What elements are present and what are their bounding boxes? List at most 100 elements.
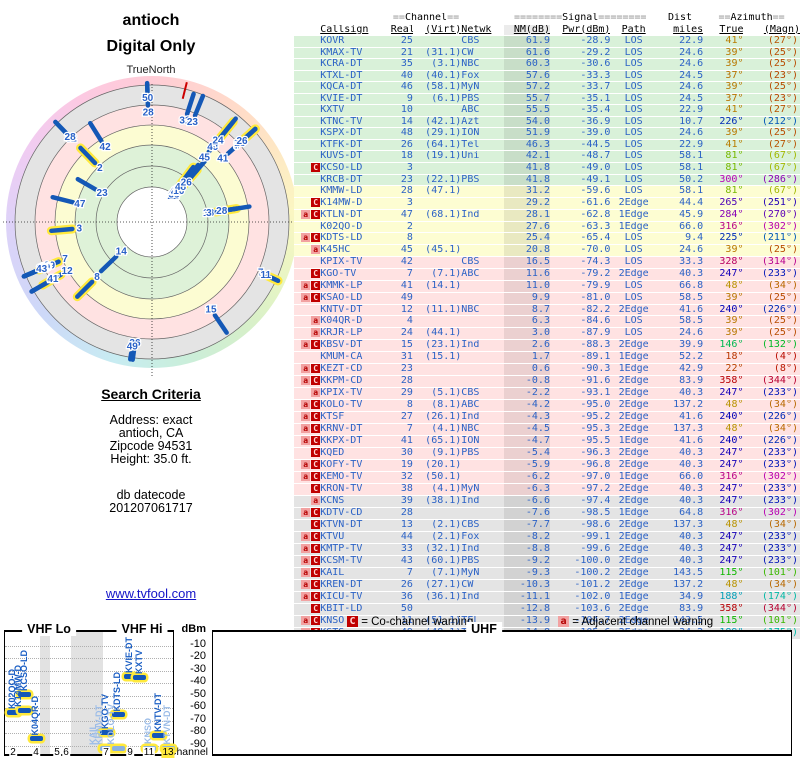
pwr-dbm-cell: -96.3 (549, 447, 611, 460)
table-row: a C KEZT-CD 23 0.6 -90.3 1Edge 42.9 22° (8°) (294, 363, 800, 376)
path-cell: 2Edge (610, 603, 657, 616)
nm-db-cell: -5.9 (503, 459, 550, 472)
real-channel-cell: 41 (390, 435, 413, 448)
channel-tick-label: 13 (161, 747, 175, 758)
azimuth-magn-cell: (270°) (743, 209, 800, 222)
radar-channel-label: 3 (76, 223, 82, 234)
virtual-channel-cell: (29.1) (412, 127, 462, 140)
callsign-cell: KNTV-DT (320, 304, 391, 316)
table-row: a K04QR-D 4 6.3 -84.6 LOS 58.5 39° (25°) (294, 315, 800, 328)
nm-db-cell: -8.8 (503, 543, 550, 556)
callsign-cell: KXTV (320, 104, 391, 117)
tvfool-link[interactable]: www.tvfool.com (106, 586, 196, 601)
nm-db-cell: 55.5 (503, 104, 550, 117)
warning-flags: a (294, 327, 321, 340)
callsign-cell: KQED (320, 447, 391, 460)
virtual-channel-cell: (50.1) (412, 471, 462, 484)
network-cell: Ind (461, 209, 504, 222)
pwr-dbm-cell: -33.7 (549, 81, 611, 94)
table-row: KUVS-DT 18 (19.1) Uni 42.1 -48.7 LOS 58.1 81° (6… (294, 150, 800, 163)
radar-channel-label: 43 (36, 264, 48, 275)
miles-cell: 137.3 (656, 423, 704, 436)
azimuth-true-cell: 240° (703, 435, 744, 448)
miles-cell: 41.6 (656, 304, 704, 316)
path-cell: LOS (610, 47, 657, 59)
table-row: C K14MW-D 3 29.2 -61.6 2Edge 44.4 265° (251°) (294, 197, 800, 210)
vhf-hi-panel-title: VHF Hi (116, 622, 168, 636)
callsign-cell: KKPX-DT (320, 435, 391, 448)
adjacent-channel-warning-icon: a (301, 399, 311, 409)
azimuth-true-cell: 48° (703, 519, 744, 532)
co-channel-warning-icon: C (311, 375, 321, 385)
warning-flags: C (294, 197, 321, 210)
virtual-channel-cell: (4.1) (412, 483, 462, 496)
nm-db-cell: 8.7 (503, 304, 550, 316)
virtual-channel-cell: (64.1) (412, 139, 462, 151)
nm-db-cell: -7.6 (503, 507, 550, 520)
miles-cell: 24.5 (656, 70, 704, 82)
real-channel-cell: 23 (390, 363, 413, 376)
radar-channel-label: 28 (65, 132, 77, 143)
miles-cell: 137.2 (656, 579, 704, 592)
miles-cell: 52.2 (656, 351, 704, 364)
miles-cell: 64.8 (656, 507, 704, 520)
table-row: KSPX-DT 48 (29.1) ION 51.9 -39.0 LOS 24.6 39° (2… (294, 127, 800, 140)
azimuth-magn-cell: (67°) (743, 162, 800, 175)
callsign-cell: KMTP-TV (320, 543, 391, 556)
azimuth-magn-cell: (211°) (743, 232, 800, 245)
azimuth-magn-cell: (4°) (743, 351, 800, 364)
adjacent-channel-warning-icon: a (301, 555, 311, 565)
network-cell (461, 197, 504, 210)
azimuth-true-cell: 39° (703, 292, 744, 305)
virtual-channel-cell (412, 162, 462, 175)
virtual-channel-cell: (19.1) (412, 150, 462, 163)
path-cell: 2Edge (610, 567, 657, 580)
azimuth-true-cell: 247° (703, 483, 744, 496)
warning-flags: aC (294, 363, 321, 376)
adjacent-channel-warning-icon: a (301, 411, 311, 421)
table-row: a C KKPM-CD 28 -0.8 -91.6 2Edge 83.9 358° (344°) (294, 375, 800, 388)
real-channel-cell: 44 (390, 531, 413, 544)
azimuth-true-cell: 39° (703, 327, 744, 340)
miles-cell: 33.3 (656, 256, 704, 269)
path-cell: 2Edge (610, 531, 657, 544)
azimuth-true-cell: 18° (703, 351, 744, 364)
nm-db-cell: -0.8 (503, 375, 550, 388)
nm-db-cell: 25.4 (503, 232, 550, 245)
table-row: KNTV-DT 12 (11.1) NBC 8.7 -82.2 2Edge 41.6 240°… (294, 304, 800, 316)
azimuth-magn-cell: (25°) (743, 127, 800, 140)
miles-cell: 34.9 (656, 591, 704, 604)
pwr-dbm-cell: -35.1 (549, 93, 611, 105)
warning-flags: aC (294, 399, 321, 412)
col-netwk: Netwk (461, 24, 504, 36)
azimuth-magn-cell: (27°) (743, 104, 800, 117)
virtual-channel-cell: (27.1) (412, 579, 462, 592)
network-cell (461, 244, 504, 257)
table-row: a C KAIL 7 (7.1) MyN -9.3 -100.2 2Edge 143.5 115°… (294, 567, 800, 580)
azimuth-magn-cell: (314°) (743, 256, 800, 269)
warning-flags: aC (294, 375, 321, 388)
real-channel-cell: 8 (390, 232, 413, 245)
path-cell: LOS (610, 162, 657, 175)
path-cell: LOS (610, 81, 657, 94)
dbm-tick-label: -30 (190, 662, 206, 675)
azimuth-magn-cell: (226°) (743, 304, 800, 316)
nm-db-cell: 6.3 (503, 315, 550, 328)
real-channel-cell: 26 (390, 139, 413, 151)
warning-flags: aC (294, 435, 321, 448)
co-channel-warning-icon: C (311, 340, 321, 349)
real-channel-cell: 42 (390, 256, 413, 269)
station-label: K14MW-D (12, 664, 23, 707)
radar-channel-label: 41 (47, 274, 59, 285)
network-cell: CBS (461, 256, 504, 269)
dbm-gridline (5, 658, 173, 659)
pwr-dbm-cell: -84.6 (549, 315, 611, 328)
virtual-channel-cell: (58.1) (412, 81, 462, 94)
adjacent-channel-warning-icon: a (558, 616, 569, 628)
table-row: a C KMMK-LP 41 (14.1) 11.0 -79.9 LOS 66.8 48° (34… (294, 280, 800, 293)
callsign-cell: KMUM-CA (320, 351, 391, 364)
virtual-channel-cell: (44.1) (412, 327, 462, 340)
callsign-cell: K14MW-D (320, 197, 391, 210)
radar-channel-label: 11 (261, 270, 272, 281)
path-cell: LOS (610, 280, 657, 293)
